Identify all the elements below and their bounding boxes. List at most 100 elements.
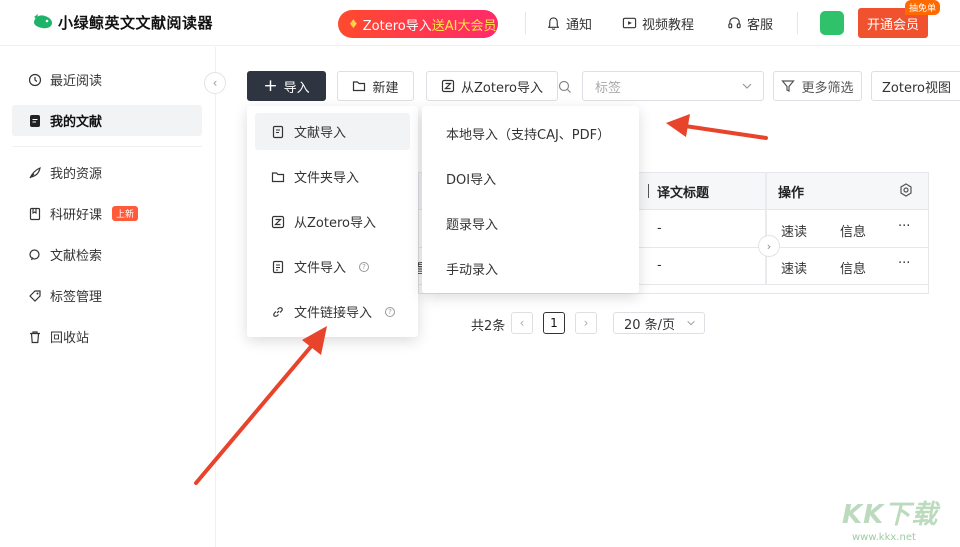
more-options-button[interactable]: ··· bbox=[898, 256, 910, 271]
sidebar-item-recent[interactable]: 最近阅读 bbox=[12, 64, 202, 95]
pagination-total: 共2条 bbox=[471, 319, 506, 334]
zotero-promo-button[interactable]: ♦ Zotero导入 送AI大会员 bbox=[338, 10, 498, 38]
header-divider bbox=[525, 12, 526, 34]
promo-highlight: 送AI大会员 bbox=[431, 18, 497, 34]
notify-label: 通知 bbox=[566, 18, 593, 33]
tutorial-label: 视频教程 bbox=[642, 18, 695, 33]
service-button[interactable]: 客服 bbox=[727, 14, 773, 33]
zotero-icon bbox=[441, 79, 455, 93]
app-window: 小绿鲸英文文献阅读器 ♦ Zotero导入 送AI大会员 通知 视频教程 客服 … bbox=[0, 0, 960, 547]
headset-icon bbox=[728, 17, 741, 29]
new-label: 新建 bbox=[372, 80, 399, 96]
tag-placeholder: 标签 bbox=[595, 80, 622, 96]
sidebar-item-courses[interactable]: 科研好课 上新 bbox=[12, 198, 202, 229]
menu-item-label: 文献导入 bbox=[294, 126, 347, 141]
more-filter-label: 更多筛选 bbox=[801, 80, 854, 96]
zotero-view-button[interactable]: Zotero视图 bbox=[871, 71, 960, 101]
submenu-item-manual-entry[interactable]: 手动录入 bbox=[446, 259, 498, 278]
column-divider bbox=[765, 172, 767, 284]
filter-icon bbox=[781, 80, 796, 92]
menu-item-link-import[interactable]: 文件链接导入 ? bbox=[255, 293, 410, 330]
import-menu: 文献导入 文件夹导入 从Zotero导入 文件导入 ? 文件链接导入 ? bbox=[247, 106, 418, 337]
diamond-icon: ♦ bbox=[348, 17, 359, 31]
info-button[interactable]: 信息 bbox=[840, 221, 866, 240]
promo-text: Zotero导入 bbox=[362, 18, 432, 34]
folder-icon bbox=[353, 81, 366, 92]
trash-icon bbox=[30, 330, 40, 343]
sidebar-item-label: 标签管理 bbox=[50, 290, 103, 305]
sidebar-item-my-papers[interactable]: 我的文献 bbox=[12, 105, 202, 136]
sidebar-item-search[interactable]: 文献检索 bbox=[12, 239, 202, 270]
import-label: 导入 bbox=[283, 80, 310, 96]
sidebar-divider bbox=[12, 146, 202, 147]
plus-icon: + bbox=[263, 75, 278, 96]
book-icon bbox=[29, 207, 41, 220]
sidebar-item-resources[interactable]: 我的资源 bbox=[12, 157, 202, 188]
menu-item-zotero-import[interactable]: 从Zotero导入 bbox=[255, 203, 410, 240]
more-options-button[interactable]: ··· bbox=[898, 219, 910, 234]
help-icon[interactable]: ? bbox=[385, 306, 396, 317]
folder-icon bbox=[271, 171, 285, 182]
sidebar-item-label: 我的资源 bbox=[50, 167, 103, 182]
whale-logo-icon bbox=[34, 14, 52, 29]
app-title: 小绿鲸英文文献阅读器 bbox=[58, 14, 214, 32]
page-size-label: 20 条/页 bbox=[624, 317, 676, 333]
sidebar-item-label: 最近阅读 bbox=[50, 74, 103, 89]
submenu-item-citation-import[interactable]: 题录导入 bbox=[446, 214, 498, 233]
import-button[interactable]: + 导入 bbox=[247, 71, 326, 101]
watermark-url: www.kkx.net bbox=[852, 532, 916, 543]
document-icon bbox=[30, 114, 40, 127]
zotero-import-button[interactable]: 从Zotero导入 bbox=[426, 71, 558, 101]
sidebar: 最近阅读 我的文献 我的资源 科研好课 上新 文献检索 标签管理 回收站 bbox=[0, 47, 216, 547]
help-icon[interactable]: ? bbox=[359, 261, 370, 272]
bell-icon bbox=[547, 17, 560, 30]
menu-item-file-import[interactable]: 文件导入 ? bbox=[255, 248, 410, 285]
sidebar-item-trash[interactable]: 回收站 bbox=[12, 321, 202, 352]
quick-read-button[interactable]: 速读 bbox=[781, 258, 807, 277]
menu-item-label: 从Zotero导入 bbox=[294, 216, 376, 231]
more-filter-button[interactable]: 更多筛选 bbox=[773, 71, 862, 101]
notify-button[interactable]: 通知 bbox=[546, 14, 592, 33]
arrow-to-submenu-icon bbox=[666, 114, 768, 140]
search-icon bbox=[29, 248, 40, 260]
tag-select[interactable]: 标签 bbox=[582, 71, 764, 101]
prev-page-button[interactable]: ‹ bbox=[511, 312, 533, 334]
doc-import-icon bbox=[272, 125, 284, 138]
menu-item-label: 文件夹导入 bbox=[294, 171, 360, 186]
lottery-badge: 抽免单 bbox=[905, 0, 941, 15]
feather-icon bbox=[29, 166, 41, 178]
next-page-button[interactable]: › bbox=[575, 312, 597, 334]
chevron-down-icon bbox=[687, 320, 695, 326]
tag-icon bbox=[29, 289, 41, 302]
quick-read-button[interactable]: 速读 bbox=[781, 221, 807, 240]
collapse-sidebar-button[interactable]: ‹ bbox=[204, 72, 226, 94]
sidebar-item-tags[interactable]: 标签管理 bbox=[12, 280, 202, 311]
chevron-down-icon bbox=[742, 83, 752, 89]
watermark-logo: KK下载 bbox=[842, 500, 939, 530]
page-number-button[interactable]: 1 bbox=[543, 312, 565, 334]
clock-icon bbox=[28, 73, 42, 86]
new-button[interactable]: 新建 bbox=[337, 71, 414, 101]
tutorial-button[interactable]: 视频教程 bbox=[622, 14, 694, 33]
search-icon[interactable] bbox=[558, 80, 572, 94]
chevron-right-icon[interactable]: › bbox=[758, 235, 780, 257]
menu-item-paper-import[interactable]: 文献导入 bbox=[255, 113, 410, 150]
user-avatar[interactable] bbox=[820, 11, 844, 35]
file-icon bbox=[272, 260, 284, 273]
info-button[interactable]: 信息 bbox=[840, 258, 866, 277]
submenu-item-local-import[interactable]: 本地导入（支持CAJ、PDF） bbox=[446, 124, 610, 143]
menu-item-folder-import[interactable]: 文件夹导入 bbox=[255, 158, 410, 195]
page-size-select[interactable]: 20 条/页 bbox=[613, 312, 705, 334]
service-label: 客服 bbox=[747, 18, 774, 33]
video-icon bbox=[622, 17, 637, 29]
menu-item-label: 文件导入 bbox=[294, 261, 347, 276]
paper-import-submenu: 本地导入（支持CAJ、PDF） DOI导入 题录导入 手动录入 bbox=[422, 106, 639, 293]
zotero-view-label: Zotero视图 bbox=[882, 80, 951, 96]
header-divider bbox=[797, 12, 798, 34]
sidebar-item-label: 科研好课 bbox=[50, 208, 103, 223]
sidebar-item-label: 我的文献 bbox=[50, 115, 103, 130]
zotero-import-label: 从Zotero导入 bbox=[461, 80, 543, 96]
translated-title-cell: - bbox=[657, 221, 662, 236]
sidebar-item-label: 文献检索 bbox=[50, 249, 103, 264]
submenu-item-doi-import[interactable]: DOI导入 bbox=[446, 169, 496, 188]
